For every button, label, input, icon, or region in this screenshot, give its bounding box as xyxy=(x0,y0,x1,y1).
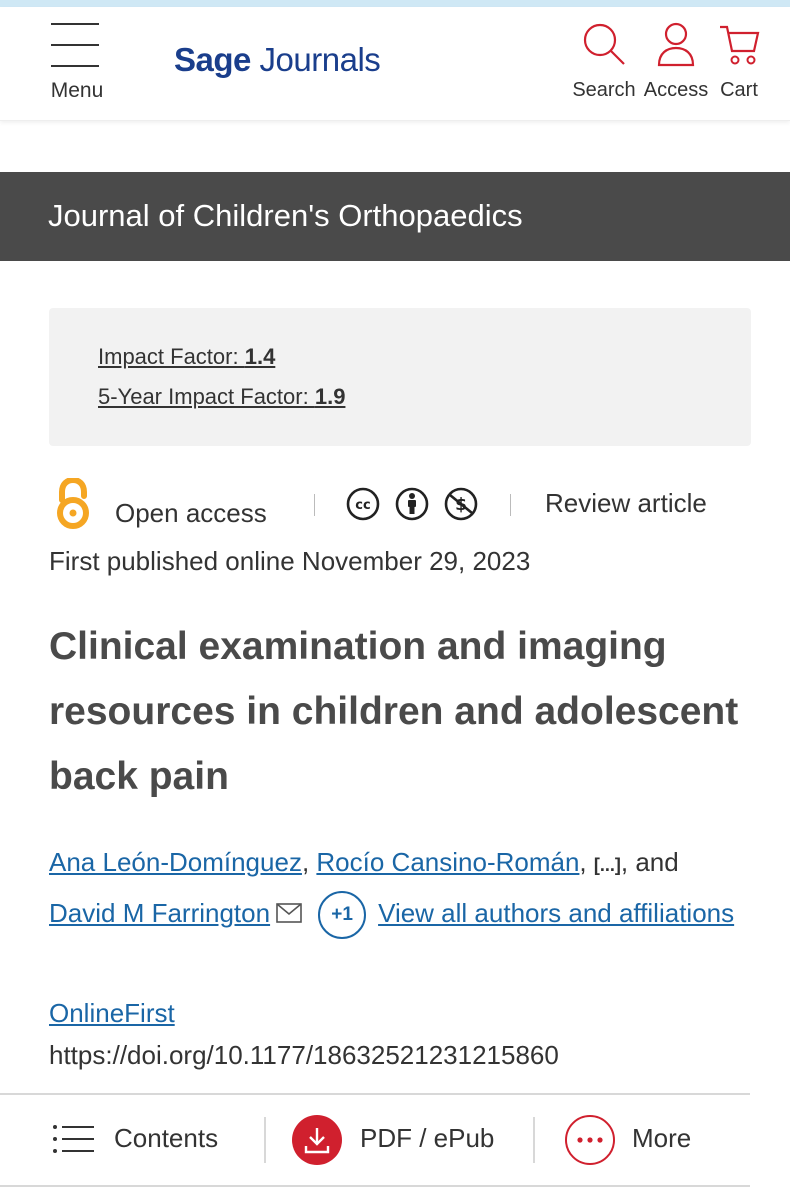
view-all-authors-link[interactable]: View all authors and affiliations xyxy=(378,898,734,928)
publication-date: First published online November 29, 2023 xyxy=(49,546,531,576)
access-label: Access xyxy=(643,79,709,101)
journal-title[interactable]: Journal of Children's Orthopaedics xyxy=(48,198,523,234)
top-strip xyxy=(0,0,790,7)
bar-divider xyxy=(264,1117,266,1163)
impact-factor-box: Impact Factor: 1.4 5-Year Impact Factor:… xyxy=(49,308,751,446)
more-dots-icon xyxy=(565,1115,615,1165)
bottom-action-bar: Contents PDF / ePub More xyxy=(0,1093,750,1187)
authors-and: , and xyxy=(620,847,679,877)
hamburger-icon xyxy=(51,23,99,67)
sage-journals-logo[interactable]: Sage Journals xyxy=(174,41,381,79)
impact-factor-value: 1.4 xyxy=(244,344,276,369)
author-link[interactable]: Ana León-Domínguez xyxy=(49,847,302,877)
contents-label: Contents xyxy=(114,1123,219,1153)
article-type: Review article xyxy=(545,488,707,518)
five-year-impact-factor-link[interactable]: 5-Year Impact Factor: 1.9 xyxy=(98,384,345,410)
search-label: Search xyxy=(572,79,636,101)
pdf-epub-button[interactable]: PDF / ePub xyxy=(292,1095,522,1185)
divider xyxy=(314,494,315,516)
logo-part-1: Sage xyxy=(174,41,251,78)
cart-button[interactable]: Cart xyxy=(714,21,764,111)
contents-list-icon xyxy=(53,1125,94,1153)
search-icon xyxy=(583,23,625,65)
onlinefirst-link[interactable]: OnlineFirst xyxy=(49,998,175,1029)
article-title: Clinical examination and imaging resourc… xyxy=(49,625,739,798)
more-button[interactable]: More xyxy=(565,1095,735,1185)
impact-factor-label: Impact Factor: xyxy=(98,344,245,369)
menu-label: Menu xyxy=(50,79,104,102)
author-list: Ana León-Domínguez, Rocío Cansino-Román,… xyxy=(49,838,769,940)
five-year-impact-factor-value: 1.9 xyxy=(314,384,346,409)
user-icon xyxy=(657,22,695,67)
author-link[interactable]: David M Farrington xyxy=(49,898,270,928)
authors-ellipsis[interactable]: [...] xyxy=(594,855,621,875)
journal-title-bar: Journal of Children's Orthopaedics xyxy=(0,172,790,261)
access-button[interactable]: Access xyxy=(643,21,709,111)
pdf-epub-label: PDF / ePub xyxy=(360,1123,495,1153)
search-button[interactable]: Search xyxy=(570,21,638,111)
cart-label: Cart xyxy=(720,79,758,101)
divider xyxy=(510,494,511,516)
contents-button[interactable]: Contents xyxy=(50,1095,250,1185)
logo-part-2: Journals xyxy=(259,41,381,78)
non-commercial-icon[interactable]: $ xyxy=(444,487,478,521)
menu-button[interactable]: Menu xyxy=(48,23,106,108)
article-meta-row: Open access cc $ Review article xyxy=(49,478,749,538)
bar-divider xyxy=(533,1117,535,1163)
more-authors-badge[interactable]: +1 xyxy=(318,891,367,940)
mail-icon[interactable] xyxy=(276,903,302,923)
site-header: Menu Sage Journals Search Access Cart xyxy=(0,7,790,121)
download-icon xyxy=(292,1115,342,1165)
svg-text:cc: cc xyxy=(355,498,370,513)
author-link[interactable]: Rocío Cansino-Román xyxy=(316,847,579,877)
doi-link[interactable]: https://doi.org/10.1177/1863252123121586… xyxy=(49,1040,559,1071)
creative-commons-icon[interactable]: cc xyxy=(346,487,380,521)
more-label: More xyxy=(632,1123,692,1153)
attribution-icon[interactable] xyxy=(395,487,429,521)
open-access-icon xyxy=(57,478,89,529)
cart-icon xyxy=(720,25,760,65)
impact-factor-link[interactable]: Impact Factor: 1.4 xyxy=(98,344,275,370)
five-year-impact-factor-label: 5-Year Impact Factor: xyxy=(98,384,315,409)
open-access-label: Open access xyxy=(115,498,267,528)
